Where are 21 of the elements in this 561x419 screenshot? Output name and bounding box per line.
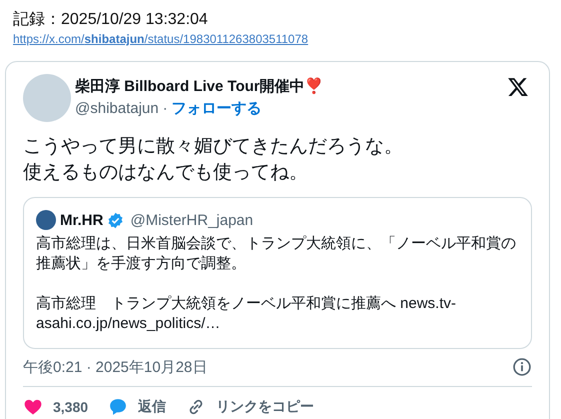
author-handle[interactable]: @shibatajun <box>75 99 159 119</box>
action-label[interactable]: 3,380 <box>53 399 88 415</box>
record-timestamp: 記録：2025/10/29 13:32:04 <box>12 10 209 30</box>
tweet-link[interactable]: https://x.com/shibatajun/status/1983011263803511078 <box>5 32 308 46</box>
quoted-author-name: Mr.HR <box>60 212 104 228</box>
info-icon[interactable] <box>512 357 532 377</box>
quoted-tweet[interactable]: Mr.HR @MisterHR_japan 高市総理は、日米首脳会談で、トランプ大統領に、「ノーベル平和賞の推薦状」を手渡す方向で調整。 高市総理 トランプ大統領をノーベル平和賞に推薦へ news.tv-asahi.co.jp/news_politics/… <box>23 197 532 349</box>
tweet-timestamp[interactable]: 午後0:21 · 2025年10月28日 <box>23 358 208 376</box>
follow-link[interactable]: フォローする <box>172 99 262 119</box>
quoted-text: 高市総理は、日米首脳会談で、トランプ大統領に、「ノーベル平和賞の推薦状」を手渡す方向で調整。 <box>36 234 517 274</box>
tweet-text: こうやって男に散々媚びてきたんだろうな。 使えるものはなんでも使ってね。 <box>23 135 404 185</box>
action-label[interactable]: 返信 <box>138 398 166 416</box>
quoted-text: 高市総理 トランプ大統領をノーベル平和賞に推薦へ news.tv-asahi.co.jp/news_politics/… <box>36 294 458 334</box>
quoted-author-handle: @MisterHR_japan <box>130 212 254 228</box>
speech-bubble-icon[interactable] <box>108 397 128 417</box>
x-logo-icon[interactable] <box>506 76 530 98</box>
author-name[interactable]: 柴田淳 Billboard Live Tour開催中❣ <box>75 77 506 97</box>
action-label[interactable]: リンクをコピー <box>216 398 314 416</box>
separator: · <box>162 99 168 119</box>
heart-icon[interactable] <box>23 397 43 417</box>
quoted-avatar <box>36 210 56 230</box>
